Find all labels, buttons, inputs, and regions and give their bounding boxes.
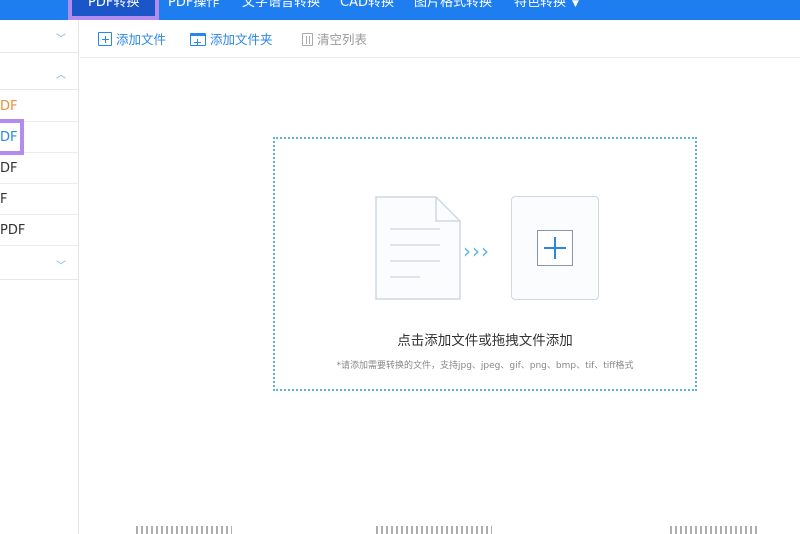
nav-tab-label: 文字语音转换	[242, 0, 321, 10]
add-file-button[interactable]: 添加文件	[98, 31, 166, 49]
sidebar-group-expanded[interactable]: ︿	[0, 54, 78, 90]
add-folder-label: 添加文件夹	[210, 32, 273, 47]
add-file-icon	[98, 32, 112, 46]
nav-tab-label: CAD转换	[340, 0, 394, 10]
chevron-down-icon: ﹀	[56, 34, 66, 45]
bottom-option-fragment	[376, 526, 492, 534]
sidebar-item-label: F	[0, 192, 8, 207]
nav-tab-pdf-convert[interactable]: PDF转换	[68, 0, 160, 20]
nav-tab-special-convert[interactable]: 特色转换 ▼	[514, 0, 579, 14]
sidebar-item[interactable]: PDF	[0, 216, 78, 246]
trash-icon	[302, 33, 313, 46]
sidebar-group-collapsed[interactable]: ﹀	[0, 247, 78, 280]
chevron-up-icon: ︿	[56, 70, 66, 81]
add-target-box[interactable]	[511, 196, 599, 300]
nav-tab-image-format[interactable]: 图片格式转换	[414, 0, 492, 14]
sidebar-item-selected[interactable]: DF	[0, 123, 78, 153]
nav-tab-label: 图片格式转换	[414, 0, 493, 10]
sidebar-item[interactable]: DF	[0, 154, 78, 184]
plus-icon	[537, 230, 573, 266]
nav-tab-label: PDF操作	[168, 0, 220, 10]
top-nav-bar: PDF转换 PDF操作 文字语音转换 CAD转换 图片格式转换 特色转换 ▼	[0, 0, 800, 20]
bottom-option-fragment	[136, 526, 232, 534]
nav-tab-text-voice[interactable]: 文字语音转换	[242, 0, 320, 14]
add-folder-icon	[190, 33, 206, 46]
bottom-option-fragment	[670, 526, 760, 534]
sidebar: ﹀ ︿ DF DF DF F PDF ﹀	[0, 20, 79, 534]
sidebar-item-label: PDF	[0, 223, 26, 238]
nav-tab-cad-convert[interactable]: CAD转换	[340, 0, 394, 14]
document-icon	[375, 196, 461, 300]
clear-list-label: 清空列表	[317, 32, 368, 47]
sidebar-item-label: DF	[0, 161, 18, 176]
file-drop-zone[interactable]: ››› 点击添加文件或拖拽文件添加 *请添加需要转换的文件，支持jpg、jpeg…	[273, 137, 697, 391]
add-folder-button[interactable]: 添加文件夹	[190, 31, 273, 49]
drop-zone-instruction: 点击添加文件或拖拽文件添加	[397, 333, 573, 349]
nav-tab-pdf-operations[interactable]: PDF操作	[168, 0, 219, 14]
arrows-right-icon: ›››	[463, 239, 490, 263]
sidebar-item[interactable]: DF	[0, 92, 78, 122]
chevron-down-icon: ﹀	[56, 261, 66, 272]
sidebar-item[interactable]: F	[0, 185, 78, 215]
add-file-label: 添加文件	[116, 32, 167, 47]
sidebar-group-collapsed[interactable]: ﹀	[0, 20, 78, 53]
nav-tab-label: PDF转换	[88, 0, 140, 10]
sidebar-item-label: DF	[0, 130, 18, 145]
toolbar: 添加文件 添加文件夹 清空列表	[80, 20, 800, 58]
drop-zone-hint: *请添加需要转换的文件，支持jpg、jpeg、gif、png、bmp、tif、t…	[336, 361, 634, 371]
nav-tab-label: 特色转换	[514, 0, 567, 10]
clear-list-button[interactable]: 清空列表	[302, 31, 367, 49]
bottom-options-bar	[80, 526, 800, 534]
chevron-down-icon: ▼	[572, 0, 579, 9]
sidebar-item-label: DF	[0, 99, 18, 114]
